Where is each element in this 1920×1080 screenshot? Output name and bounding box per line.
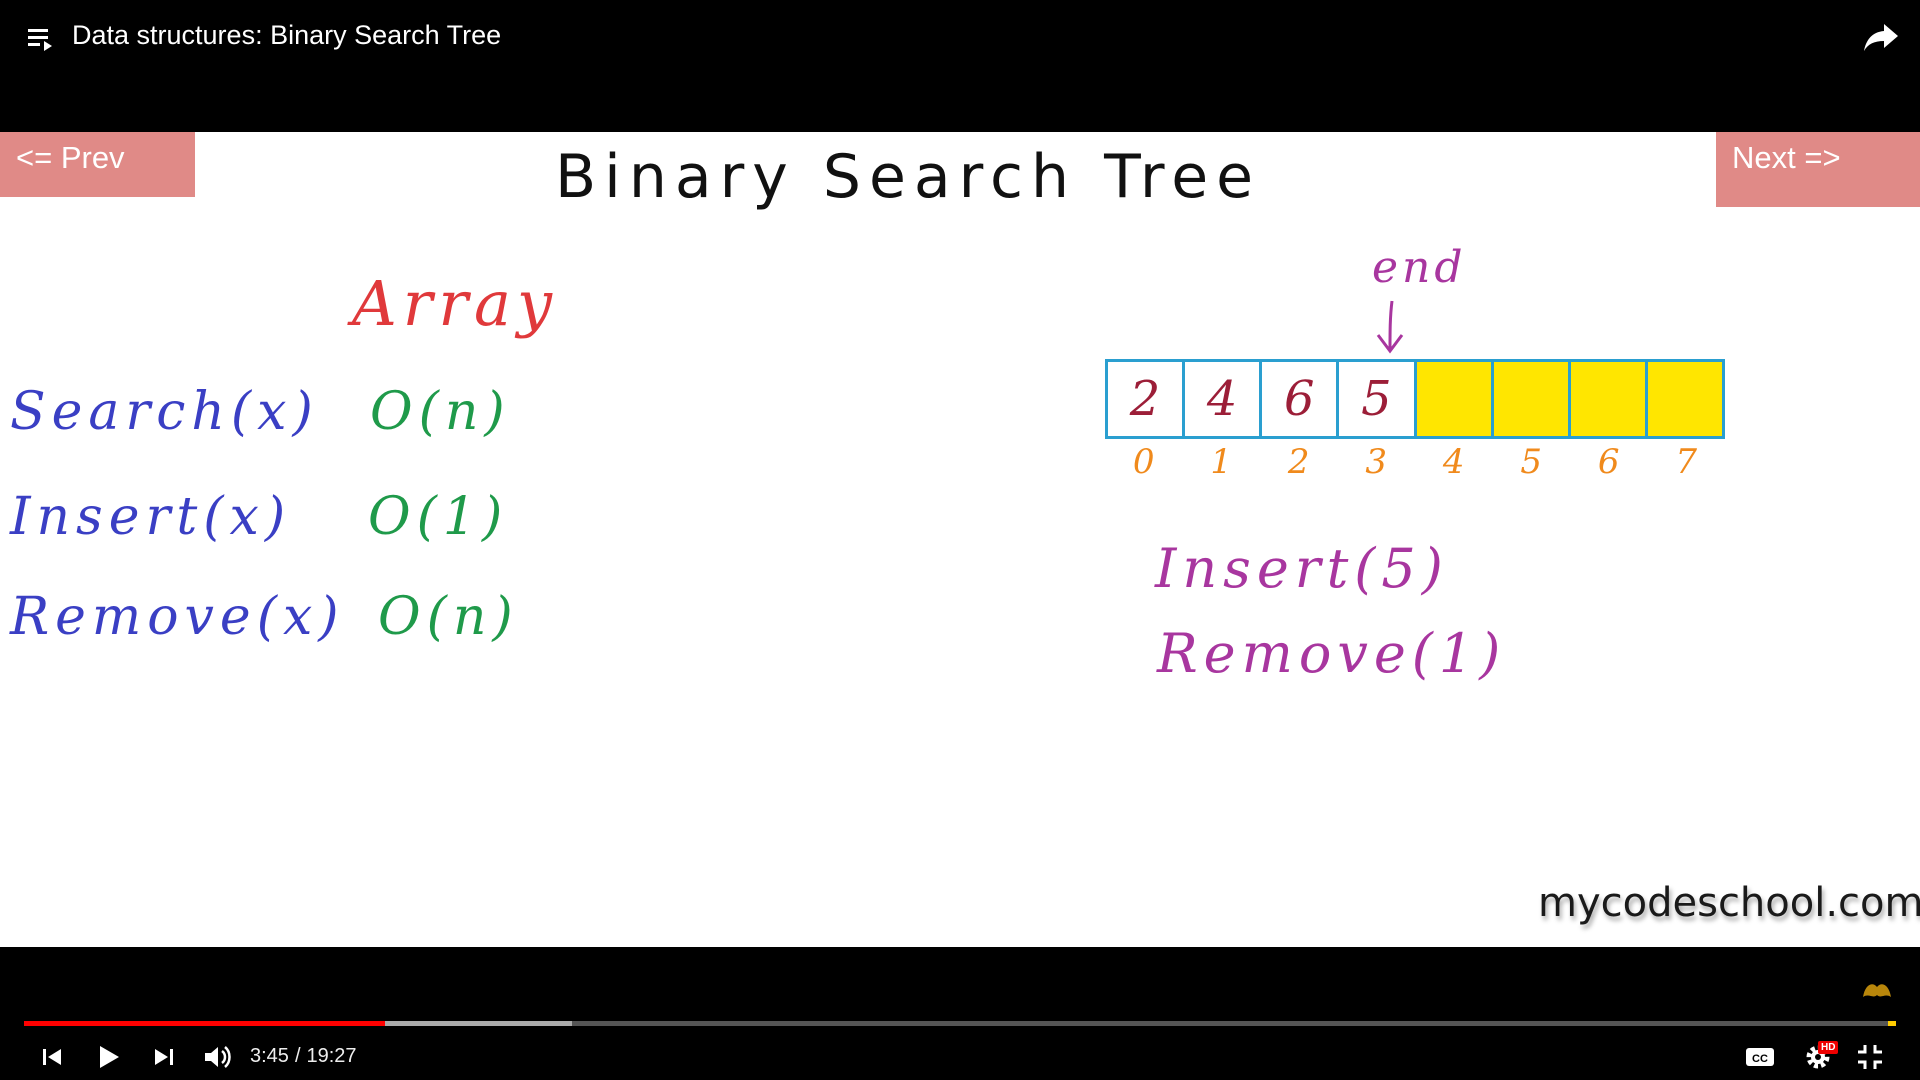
duration: 19:27 (306, 1045, 357, 1067)
volume-icon[interactable] (200, 1039, 236, 1075)
operation-search-label: Search(x) (10, 382, 319, 442)
insert-cost: O(1) (368, 487, 509, 547)
channel-watermark: mycodeschool.com (1538, 880, 1920, 926)
array-cell-empty (1644, 362, 1722, 436)
player-controls: 3:45/19:27 CC HD (0, 947, 1920, 1080)
insert-example: Insert(5) (1155, 537, 1449, 600)
operation-insert-label: Insert(x) (10, 487, 292, 547)
array-cell: 4 (1182, 362, 1259, 436)
next-lesson-button[interactable]: Next => (1716, 132, 1920, 207)
channel-brand-icon[interactable] (1860, 977, 1894, 1005)
array-index: 4 (1442, 442, 1465, 482)
video-player: Data structures: Binary Search Tree <= P… (0, 0, 1920, 1080)
remove-cost: O(n) (378, 587, 519, 647)
array-index: 3 (1365, 442, 1388, 482)
array-index: 7 (1675, 442, 1698, 482)
array-index: 6 (1597, 442, 1620, 482)
closed-captions-icon[interactable]: CC (1742, 1039, 1778, 1075)
array-diagram: 2 4 6 5 (1105, 359, 1725, 439)
skip-next-icon[interactable] (146, 1039, 182, 1075)
down-arrow-icon (1376, 300, 1404, 354)
top-bar: Data structures: Binary Search Tree (0, 0, 1920, 132)
cc-label: CC (1752, 1053, 1768, 1065)
video-frame[interactable]: <= Prev Next => Binary Search Tree Array… (0, 132, 1920, 947)
hd-badge: HD (1818, 1041, 1839, 1054)
array-cell-empty (1490, 362, 1568, 436)
time-separator: / (294, 1045, 301, 1067)
array-cell-empty (1413, 362, 1491, 436)
slide-title: Binary Search Tree (555, 142, 1262, 212)
current-time: 3:45 (250, 1045, 289, 1067)
array-index: 2 (1287, 442, 1310, 482)
array-cell-empty (1567, 362, 1645, 436)
play-icon[interactable] (90, 1039, 126, 1075)
array-index: 5 (1520, 442, 1543, 482)
remove-example: Remove(1) (1157, 622, 1507, 685)
progress-end-marker (1888, 1021, 1896, 1026)
skip-previous-icon[interactable] (34, 1039, 70, 1075)
array-index-row: 0 1 2 3 4 5 6 7 (1105, 442, 1725, 492)
array-cell: 5 (1336, 362, 1413, 436)
video-title[interactable]: Data structures: Binary Search Tree (72, 20, 501, 51)
array-index: 0 (1132, 442, 1155, 482)
progress-bar[interactable] (24, 1021, 1896, 1026)
array-heading: Array (352, 267, 559, 340)
array-cell: 2 (1129, 371, 1161, 427)
progress-played (24, 1021, 385, 1026)
playlist-icon[interactable] (24, 22, 58, 56)
exit-fullscreen-icon[interactable] (1852, 1039, 1888, 1075)
end-pointer-label: end (1372, 242, 1467, 293)
array-index: 1 (1210, 442, 1233, 482)
prev-lesson-button[interactable]: <= Prev (0, 132, 195, 197)
search-cost: O(n) (370, 382, 511, 442)
time-display: 3:45/19:27 (250, 1045, 357, 1068)
share-icon[interactable] (1862, 20, 1900, 54)
operation-remove-label: Remove(x) (10, 587, 345, 647)
array-cell: 6 (1259, 362, 1336, 436)
